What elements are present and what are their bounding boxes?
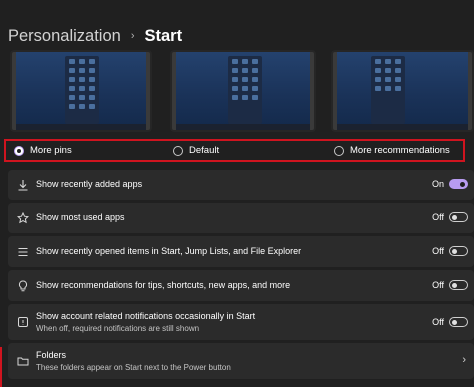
radio-selected-icon[interactable] — [14, 145, 24, 156]
setting-account-notifications: Show account related notifications occas… — [8, 304, 474, 340]
setting-label: Show recommendations for tips, shortcuts… — [36, 280, 291, 290]
setting-recently-added-apps: Show recently added apps On — [8, 170, 474, 200]
radio-label: More recommendations — [350, 145, 450, 156]
radio-default[interactable]: Default — [173, 141, 219, 160]
setting-most-used-apps: Show most used apps Off — [8, 203, 474, 233]
notification-icon — [17, 316, 29, 328]
preview-start-menu — [371, 56, 405, 124]
setting-label: Folders — [36, 350, 67, 360]
toggle-state-text: Off — [432, 246, 444, 256]
toggle-state-text: On — [431, 179, 444, 189]
toggle-state-text: Off — [432, 212, 444, 222]
toggle-switch[interactable] — [449, 179, 468, 189]
preview-more-recommendations[interactable] — [331, 50, 474, 132]
breadcrumb-separator: › — [130, 30, 135, 42]
setting-recently-opened-items: Show recently opened items in Start, Jum… — [8, 236, 474, 267]
preview-taskbar — [337, 124, 468, 130]
toggle-switch[interactable] — [449, 280, 468, 290]
radio-unselected-icon[interactable] — [334, 145, 344, 156]
setting-label: Show account related notifications occas… — [36, 311, 256, 321]
highlight-marker — [0, 347, 2, 387]
download-icon — [17, 179, 29, 191]
radio-unselected-icon[interactable] — [173, 145, 183, 156]
setting-folders[interactable]: Folders These folders appear on Start ne… — [8, 343, 474, 379]
toggle-switch[interactable] — [449, 212, 468, 222]
breadcrumb: Personalization › Start — [8, 24, 182, 48]
setting-recommendations: Show recommendations for tips, shortcuts… — [8, 270, 474, 301]
toggle-state-text: Off — [432, 317, 444, 327]
preview-default[interactable] — [170, 50, 316, 132]
list-icon — [17, 246, 29, 258]
preview-start-menu — [228, 56, 262, 124]
setting-description: These folders appear on Start next to th… — [36, 363, 231, 372]
toggle-switch[interactable] — [449, 246, 468, 256]
preview-taskbar — [16, 124, 146, 130]
breadcrumb-personalization[interactable]: Personalization — [8, 27, 121, 46]
page-title: Start — [144, 26, 183, 45]
star-icon — [17, 212, 29, 224]
layout-radio-group: More pins Default More recommendations — [4, 139, 465, 162]
setting-label: Show recently added apps — [36, 179, 143, 189]
preview-more-pins[interactable] — [10, 50, 152, 132]
chevron-right-icon: › — [462, 354, 466, 366]
toggle-state-text: Off — [432, 280, 444, 290]
radio-more-recommendations[interactable]: More recommendations — [334, 141, 450, 160]
lightbulb-icon — [17, 280, 29, 292]
radio-more-pins[interactable]: More pins — [14, 141, 72, 160]
preview-taskbar — [176, 124, 310, 130]
radio-label: More pins — [30, 145, 72, 156]
setting-description: When off, required notifications are sti… — [36, 324, 200, 333]
setting-label: Show recently opened items in Start, Jum… — [36, 246, 302, 256]
folder-icon — [17, 355, 29, 367]
toggle-switch[interactable] — [449, 317, 468, 327]
layout-previews — [0, 50, 474, 132]
radio-label: Default — [189, 145, 220, 156]
preview-start-menu — [65, 56, 99, 124]
setting-label: Show most used apps — [36, 212, 125, 222]
